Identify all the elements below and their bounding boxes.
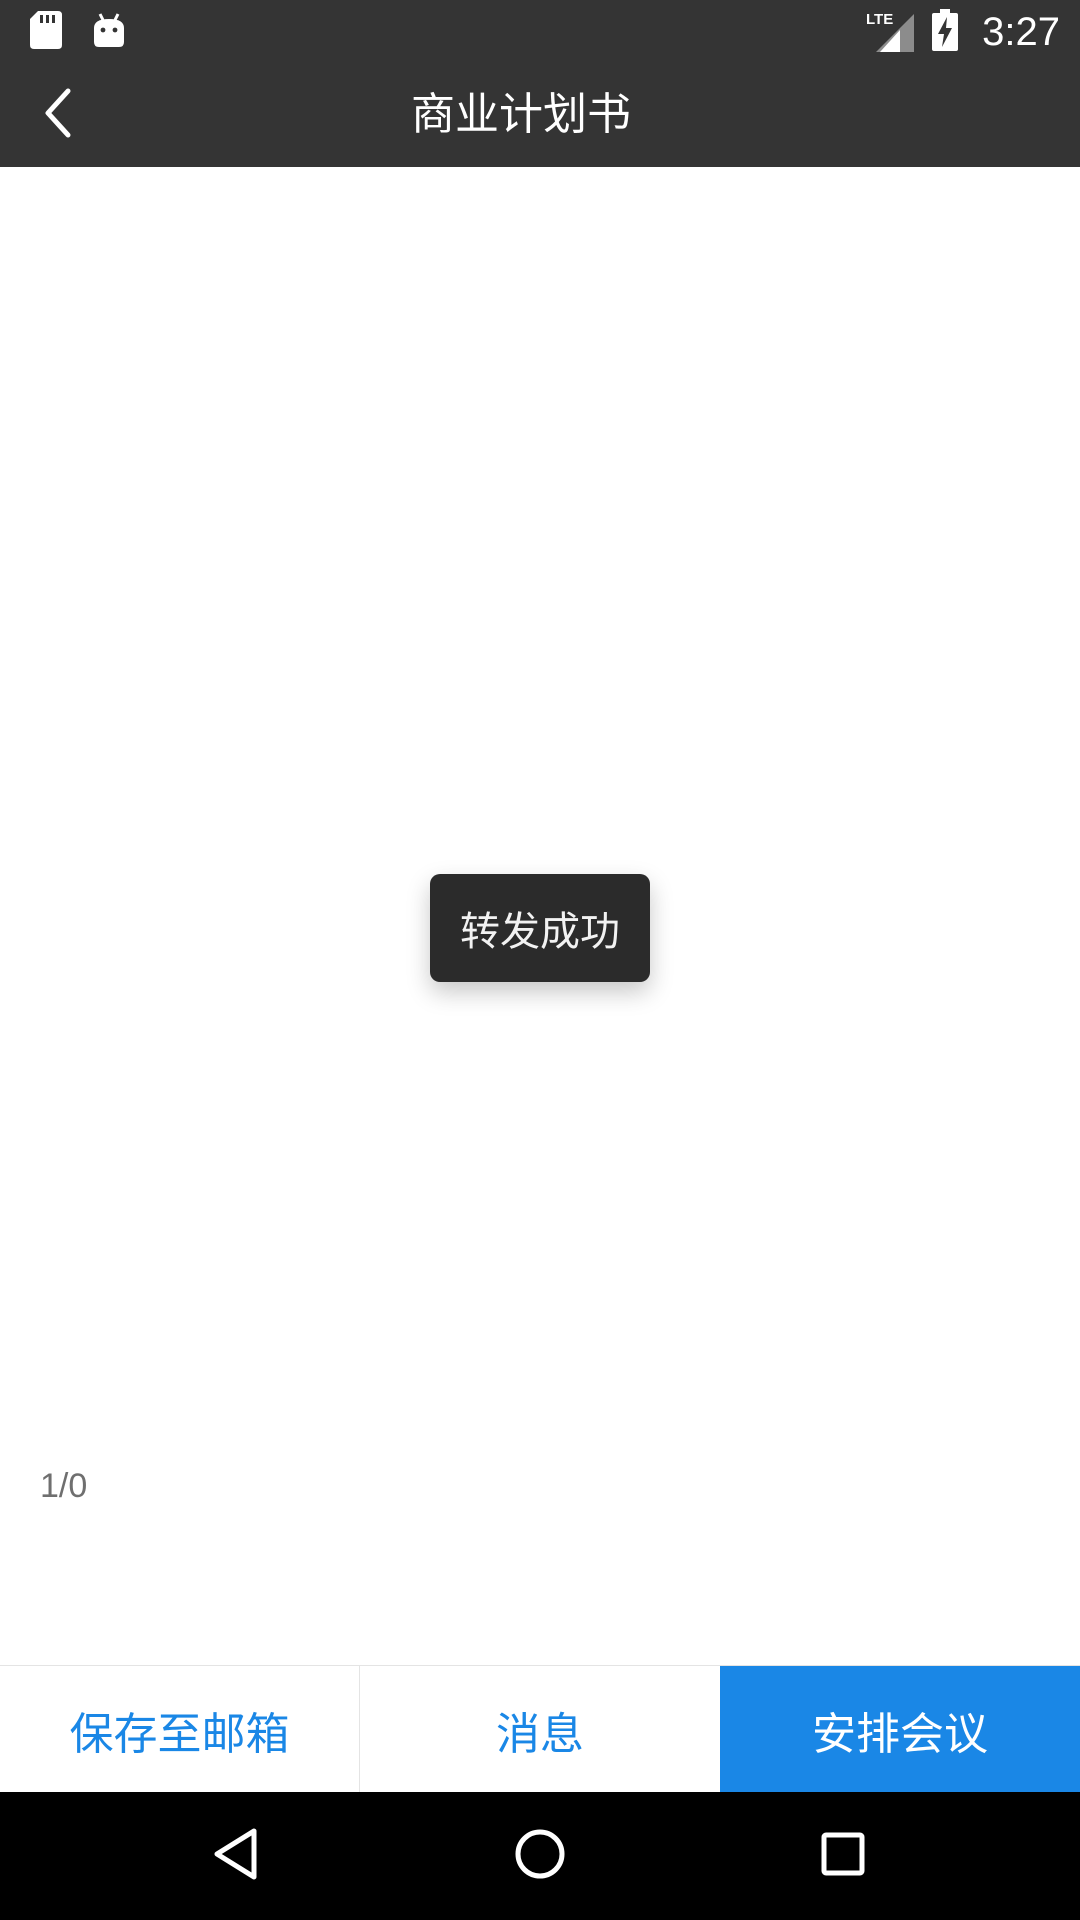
home-circle-icon (513, 1827, 567, 1885)
status-left-icons (30, 10, 126, 54)
nav-recents-button[interactable] (803, 1816, 883, 1896)
message-button[interactable]: 消息 (360, 1666, 720, 1793)
android-debug-icon (92, 12, 126, 52)
nav-back-button[interactable] (196, 1816, 276, 1896)
nav-home-button[interactable] (500, 1816, 580, 1896)
battery-charging-icon (932, 9, 959, 55)
svg-text:LTE: LTE (866, 11, 893, 28)
page-title: 商业计划书 (411, 89, 631, 140)
lte-signal-icon: LTE (866, 8, 916, 56)
toolbar: 商业计划书 (0, 63, 1080, 167)
back-triangle-icon (212, 1827, 260, 1885)
status-right-icons: LTE 3:27 (866, 6, 1060, 58)
bottom-action-bar: 保存至邮箱 消息 安排会议 (0, 1665, 1080, 1793)
recents-square-icon (819, 1830, 867, 1882)
screen: LTE 3:27 商业计划书 1/0 转发成功 保存至邮箱 消息 安排会议 (0, 0, 1080, 1920)
status-time: 3:27 (982, 10, 1060, 54)
toast-message: 转发成功 (430, 874, 650, 982)
status-bar: LTE 3:27 (0, 0, 1080, 63)
save-to-mailbox-button[interactable]: 保存至邮箱 (0, 1666, 360, 1793)
page-indicator: 1/0 (40, 1467, 88, 1505)
sd-card-icon (30, 11, 62, 53)
navigation-bar (0, 1792, 1080, 1920)
schedule-meeting-button[interactable]: 安排会议 (720, 1666, 1080, 1793)
